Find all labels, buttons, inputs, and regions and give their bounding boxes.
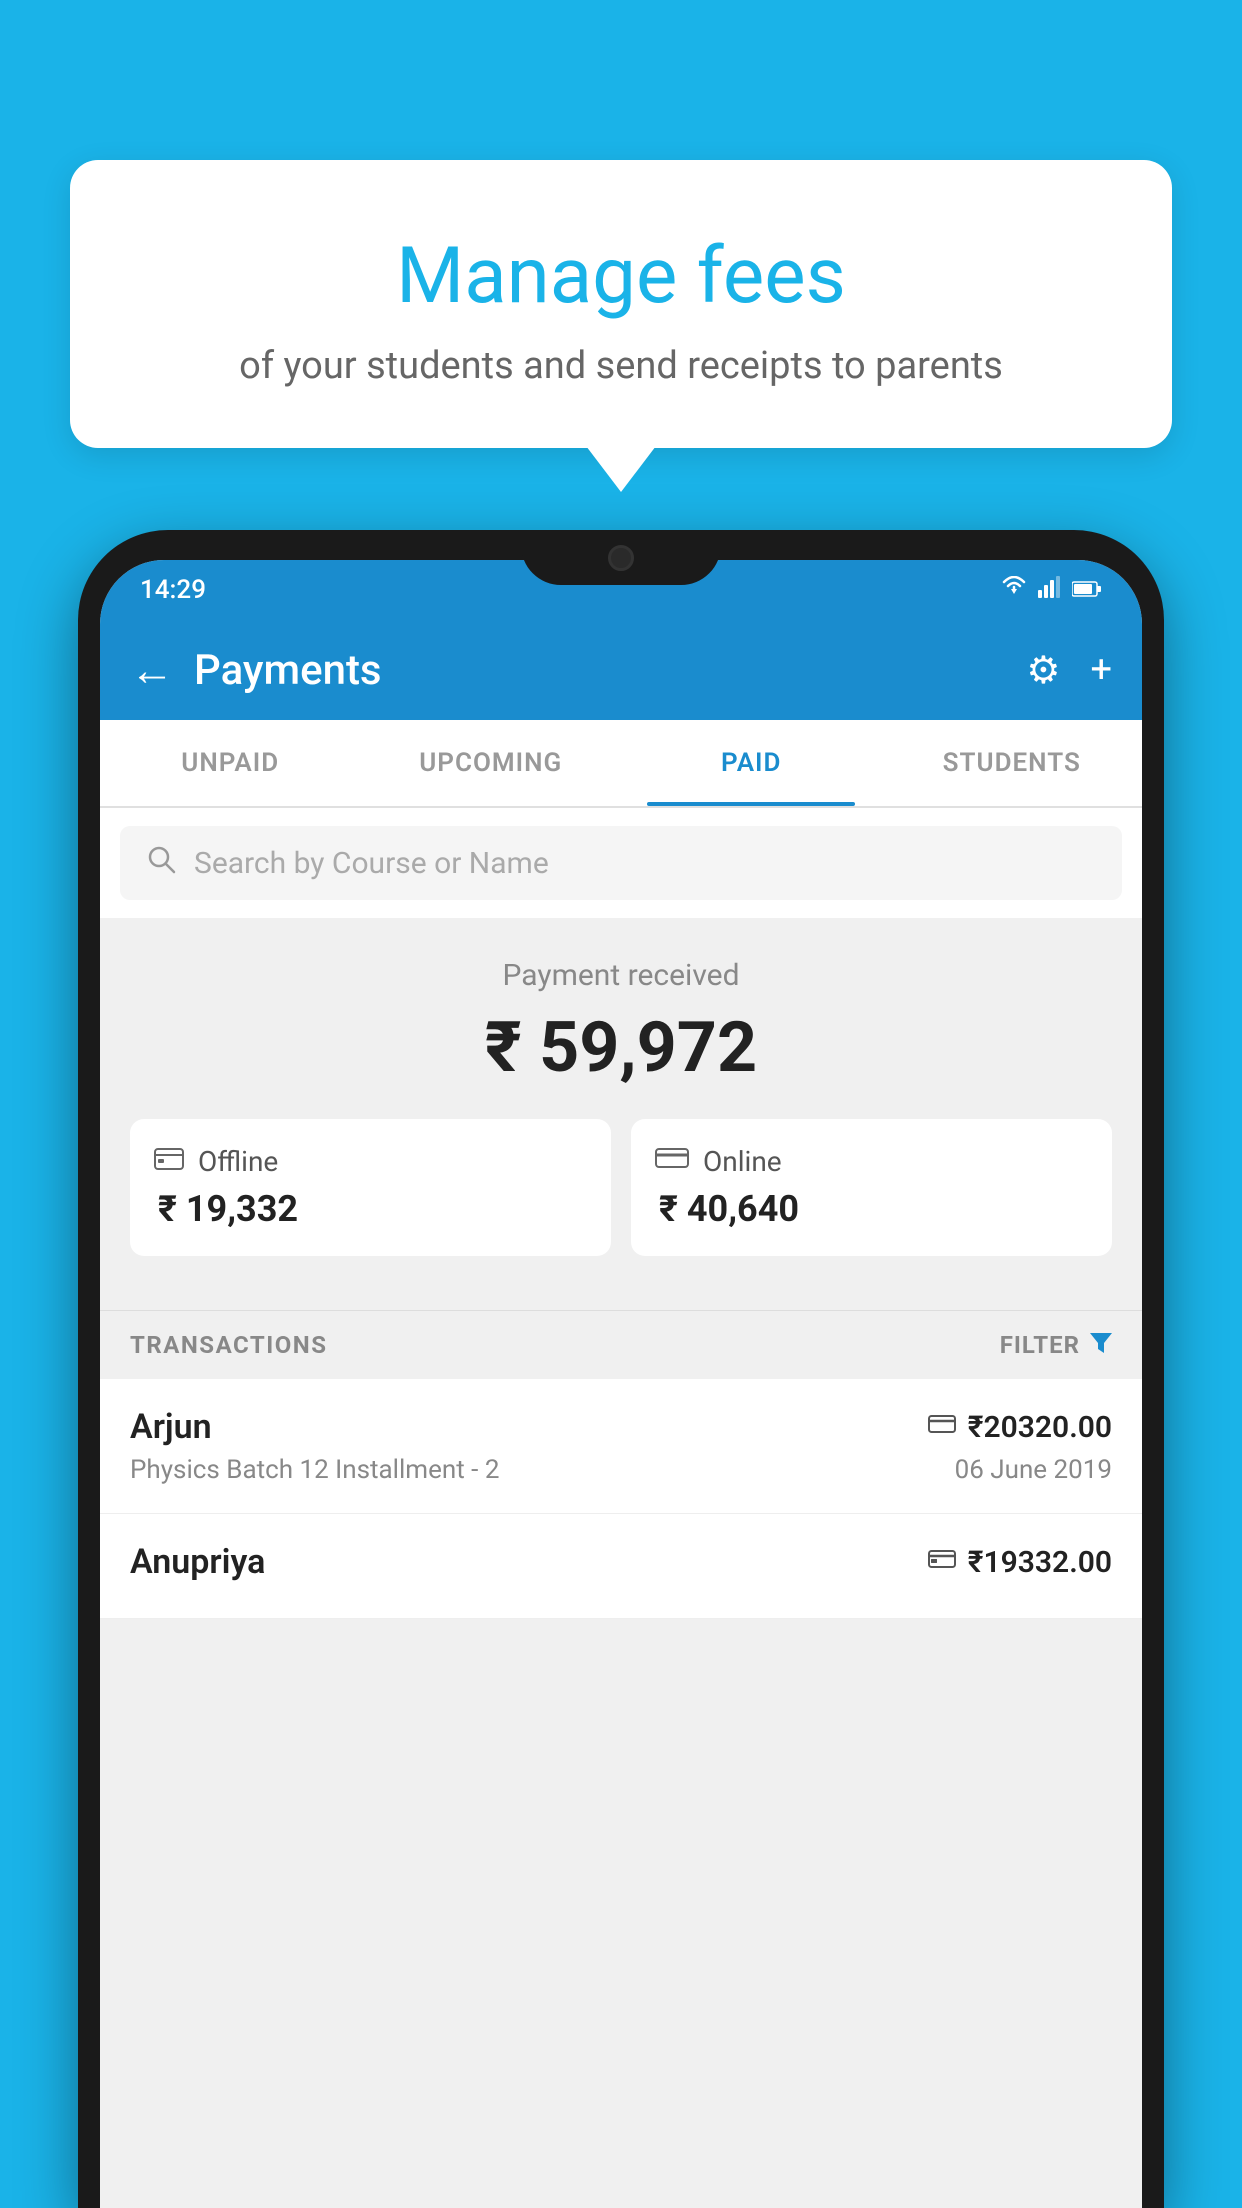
- tooltip-card: Manage fees of your students and send re…: [70, 160, 1172, 448]
- tab-upcoming[interactable]: UPCOMING: [361, 720, 622, 806]
- wifi-icon: [1000, 576, 1028, 604]
- transaction-top: Anupriya ₹19332.00: [130, 1542, 1112, 1582]
- offline-payment-card: Offline ₹ 19,332: [130, 1119, 611, 1256]
- transaction-name: Anupriya: [130, 1542, 265, 1582]
- status-icons: [1000, 575, 1102, 605]
- filter-icon: [1090, 1331, 1112, 1359]
- transactions-label: TRANSACTIONS: [130, 1331, 328, 1359]
- transaction-type-icon-online: [928, 1412, 956, 1442]
- offline-icon: [154, 1145, 184, 1178]
- payment-received-label: Payment received: [130, 958, 1112, 993]
- transaction-course: Physics Batch 12 Installment - 2: [130, 1455, 499, 1485]
- transaction-type-icon-offline: [928, 1547, 956, 1577]
- transactions-list: Arjun ₹20320.00 Physics Batch 12 Install…: [100, 1379, 1142, 1619]
- transaction-bottom: Physics Batch 12 Installment - 2 06 June…: [130, 1455, 1112, 1485]
- phone-notch: [521, 530, 721, 585]
- transaction-top: Arjun ₹20320.00: [130, 1407, 1112, 1447]
- search-input[interactable]: Search by Course or Name: [194, 846, 549, 881]
- status-time: 14:29: [140, 575, 206, 605]
- phone-camera: [608, 545, 634, 571]
- app-bar-actions: ⚙ +: [1026, 648, 1112, 693]
- payment-received-amount: ₹ 59,972: [130, 1007, 1112, 1089]
- search-container: Search by Course or Name: [100, 808, 1142, 918]
- transactions-header: TRANSACTIONS FILTER: [100, 1310, 1142, 1379]
- search-icon: [146, 844, 176, 882]
- online-card-header: Online: [655, 1145, 1088, 1178]
- filter-label: FILTER: [1000, 1331, 1080, 1359]
- battery-icon: [1072, 575, 1102, 605]
- phone-screen: 14:29: [100, 560, 1142, 2208]
- tabs-bar: UNPAID UPCOMING PAID STUDENTS: [100, 720, 1142, 808]
- offline-amount: ₹ 19,332: [154, 1188, 587, 1230]
- transaction-amount-wrap: ₹19332.00: [928, 1545, 1112, 1580]
- offline-card-header: Offline: [154, 1145, 587, 1178]
- online-payment-card: Online ₹ 40,640: [631, 1119, 1112, 1256]
- tooltip-subtitle: of your students and send receipts to pa…: [130, 344, 1112, 388]
- filter-button[interactable]: FILTER: [1000, 1331, 1112, 1359]
- payment-received-section: Payment received ₹ 59,972 Offline: [100, 918, 1142, 1310]
- transaction-amount: ₹20320.00: [968, 1410, 1112, 1445]
- tab-unpaid[interactable]: UNPAID: [100, 720, 361, 806]
- back-button[interactable]: ←: [130, 644, 174, 696]
- online-icon: [655, 1145, 689, 1178]
- settings-icon[interactable]: ⚙: [1026, 648, 1060, 693]
- transaction-name: Arjun: [130, 1407, 212, 1447]
- app-bar: ← Payments ⚙ +: [100, 620, 1142, 720]
- transaction-amount: ₹19332.00: [968, 1545, 1112, 1580]
- phone-frame: 14:29: [78, 530, 1164, 2208]
- online-label: Online: [703, 1145, 782, 1178]
- add-icon[interactable]: +: [1090, 648, 1112, 692]
- table-row[interactable]: Arjun ₹20320.00 Physics Batch 12 Install…: [100, 1379, 1142, 1514]
- tab-students[interactable]: STUDENTS: [882, 720, 1143, 806]
- tooltip-title: Manage fees: [130, 230, 1112, 324]
- page-title: Payments: [194, 646, 1026, 695]
- signal-icon: [1038, 575, 1062, 605]
- online-amount: ₹ 40,640: [655, 1188, 1088, 1230]
- payment-cards: Offline ₹ 19,332 Online: [130, 1119, 1112, 1280]
- tab-paid[interactable]: PAID: [621, 720, 882, 806]
- table-row[interactable]: Anupriya ₹19332.00: [100, 1514, 1142, 1619]
- offline-label: Offline: [198, 1145, 278, 1178]
- search-bar[interactable]: Search by Course or Name: [120, 826, 1122, 900]
- transaction-amount-wrap: ₹20320.00: [928, 1410, 1112, 1445]
- transaction-date: 06 June 2019: [955, 1455, 1112, 1485]
